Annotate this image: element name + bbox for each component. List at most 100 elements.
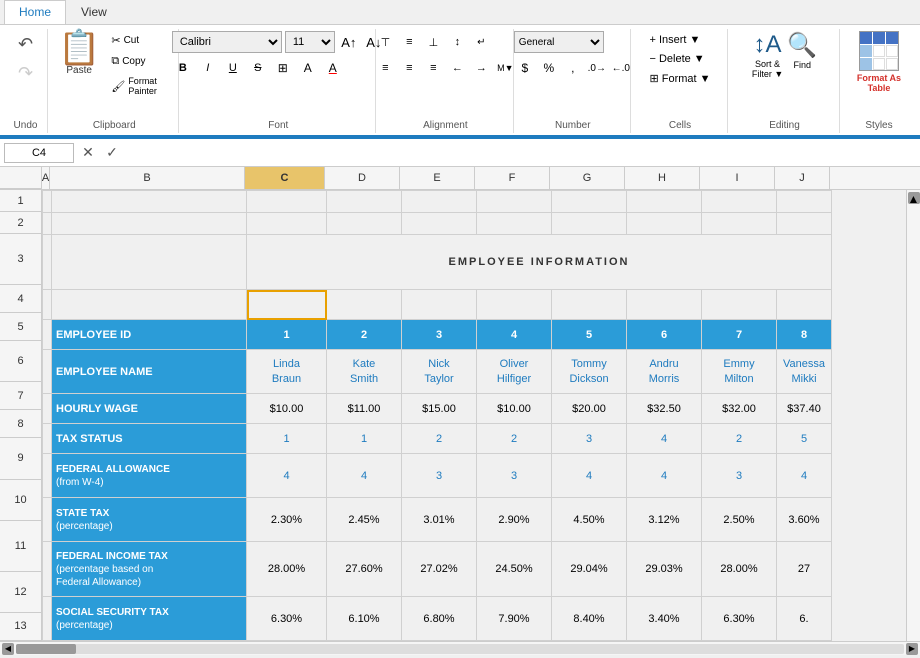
formula-input[interactable] bbox=[126, 146, 916, 160]
row-header-1[interactable]: 1 bbox=[0, 190, 42, 212]
border-btn[interactable]: ⊞ bbox=[272, 57, 294, 79]
employee-id-label[interactable]: EMPLOYEE ID bbox=[52, 320, 247, 350]
tax-status-label[interactable]: TAX STATUS bbox=[52, 424, 247, 454]
font-name-select[interactable]: Calibri bbox=[172, 31, 282, 53]
font-group-label: Font bbox=[268, 118, 288, 131]
col-header-I[interactable]: I bbox=[700, 167, 775, 189]
increase-indent-btn[interactable]: → bbox=[470, 57, 492, 79]
employee-name-label[interactable]: EMPLOYEE NAME bbox=[52, 350, 247, 394]
row-header-11[interactable]: 11 bbox=[0, 521, 42, 572]
increase-font-btn[interactable]: A↑ bbox=[338, 31, 360, 53]
vertical-scrollbar[interactable]: ▲ bbox=[906, 190, 920, 641]
col-header-H[interactable]: H bbox=[625, 167, 700, 189]
col-header-G[interactable]: G bbox=[550, 167, 625, 189]
row-header-8[interactable]: 8 bbox=[0, 410, 42, 438]
name-box[interactable] bbox=[4, 143, 74, 163]
undo-button[interactable]: ↶ bbox=[13, 31, 38, 58]
scroll-track[interactable] bbox=[16, 644, 904, 654]
federal-allowance-label[interactable]: FEDERAL ALLOWANCE(from W-4) bbox=[52, 454, 247, 498]
bold-btn[interactable]: B bbox=[172, 57, 194, 79]
table-row bbox=[43, 191, 832, 213]
copy-button[interactable]: ⧉ Copy bbox=[106, 52, 170, 71]
row-header-12[interactable]: 12 bbox=[0, 572, 42, 613]
table-row: EMPLOYEE INFORMATION bbox=[43, 235, 832, 290]
insert-btn[interactable]: + Insert ▼ bbox=[644, 31, 715, 49]
scroll-thumb[interactable] bbox=[16, 644, 76, 654]
row-header-3[interactable]: 3 bbox=[0, 234, 42, 285]
font-color-btn[interactable]: A bbox=[322, 57, 344, 79]
col-header-B[interactable]: B bbox=[50, 167, 245, 189]
social-security-tax-label[interactable]: SOCIAL SECURITY TAX(percentage) bbox=[52, 597, 247, 641]
wrap-text-btn[interactable]: ↵ bbox=[470, 31, 492, 53]
align-left-btn[interactable]: ≡ bbox=[374, 57, 396, 79]
text-direction-btn[interactable]: ↕ bbox=[446, 31, 468, 53]
sort-filter-button[interactable]: ↕A Sort &Filter ▼ bbox=[752, 31, 783, 79]
fill-color-btn[interactable]: A bbox=[297, 57, 319, 79]
row-header-2[interactable]: 2 bbox=[0, 212, 42, 234]
confirm-formula-btn[interactable]: ✓ bbox=[102, 143, 122, 163]
scroll-right-btn[interactable]: ▶ bbox=[906, 643, 918, 655]
row-headers: 1 2 3 4 5 6 7 8 9 10 11 12 13 bbox=[0, 190, 42, 641]
undo-group-label: Undo bbox=[14, 118, 38, 131]
spreadsheet-title[interactable]: EMPLOYEE INFORMATION bbox=[247, 235, 832, 290]
row-header-4[interactable]: 4 bbox=[0, 285, 42, 313]
row-header-9[interactable]: 9 bbox=[0, 438, 42, 479]
paste-button[interactable]: 📋 Paste bbox=[58, 31, 100, 76]
scroll-left-btn[interactable]: ◀ bbox=[2, 643, 14, 655]
row-header-10[interactable]: 10 bbox=[0, 480, 42, 521]
medicare-tax-label[interactable]: MEDICARE TAX bbox=[52, 641, 247, 642]
scroll-up-btn[interactable]: ▲ bbox=[908, 192, 920, 204]
hourly-wage-label[interactable]: HOURLY WAGE bbox=[52, 394, 247, 424]
font-size-select[interactable]: 11 bbox=[285, 31, 335, 53]
emmy-milton-cell[interactable]: EmmyMilton bbox=[702, 350, 777, 394]
align-right-btn[interactable]: ≡ bbox=[422, 57, 444, 79]
col-header-C[interactable]: C bbox=[245, 167, 325, 189]
format-painter-button[interactable]: 🖌 Format Painter bbox=[106, 73, 170, 99]
selected-cell-C4[interactable] bbox=[247, 290, 327, 320]
format-btn[interactable]: ⊞ Format ▼ bbox=[644, 69, 715, 88]
percent-btn[interactable]: $ bbox=[514, 57, 536, 79]
row-header-5[interactable]: 5 bbox=[0, 313, 42, 341]
format-as-table-button[interactable]: Format As Table bbox=[850, 31, 908, 93]
align-top-btn[interactable]: ⊤ bbox=[374, 31, 396, 53]
spreadsheet-body: 1 2 3 4 5 6 7 8 9 10 11 12 13 bbox=[0, 190, 920, 641]
align-bottom-btn[interactable]: ⊥ bbox=[422, 31, 444, 53]
strikethrough-btn[interactable]: S bbox=[247, 57, 269, 79]
col-header-J[interactable]: J bbox=[775, 167, 830, 189]
formula-bar: ✕ ✓ bbox=[0, 139, 920, 167]
row-header-7[interactable]: 7 bbox=[0, 382, 42, 410]
row-header-6[interactable]: 6 bbox=[0, 341, 42, 382]
format-as-table-label: Format As Table bbox=[850, 73, 908, 93]
col-header-E[interactable]: E bbox=[400, 167, 475, 189]
delete-btn[interactable]: − Delete ▼ bbox=[644, 50, 715, 68]
state-tax-label[interactable]: STATE TAX(percentage) bbox=[52, 498, 247, 542]
alignment-group-label: Alignment bbox=[423, 118, 467, 131]
number-format-select[interactable]: General bbox=[514, 31, 604, 53]
align-middle-btn[interactable]: ≡ bbox=[398, 31, 420, 53]
federal-income-tax-label[interactable]: FEDERAL INCOME TAX(percentage based onFe… bbox=[52, 542, 247, 597]
comma-style-btn[interactable]: , bbox=[562, 57, 584, 79]
col-header-D[interactable]: D bbox=[325, 167, 400, 189]
grid-area: EMPLOYEE INFORMATION bbox=[42, 190, 906, 641]
nick-taylor-cell[interactable]: NickTaylor bbox=[402, 350, 477, 394]
find-button[interactable]: 🔍 Find bbox=[787, 31, 817, 70]
horizontal-scrollbar[interactable]: ◀ ▶ bbox=[0, 641, 920, 655]
col-header-A[interactable]: A bbox=[42, 167, 50, 189]
tab-home[interactable]: Home bbox=[4, 0, 66, 24]
row-header-13[interactable]: 13 bbox=[0, 613, 42, 641]
underline-btn[interactable]: U bbox=[222, 57, 244, 79]
percent-style-btn[interactable]: % bbox=[538, 57, 560, 79]
redo-button[interactable]: ↷ bbox=[13, 60, 38, 87]
increase-decimal-btn[interactable]: .0→ bbox=[586, 57, 608, 79]
corner-cell bbox=[0, 167, 42, 189]
cut-button[interactable]: ✂ Cut bbox=[106, 31, 170, 50]
decrease-decimal-btn[interactable]: ←.0 bbox=[610, 57, 632, 79]
tab-view[interactable]: View bbox=[66, 0, 122, 24]
col-header-F[interactable]: F bbox=[475, 167, 550, 189]
cells-group-label: Cells bbox=[669, 118, 691, 131]
italic-btn[interactable]: I bbox=[197, 57, 219, 79]
table-row: MEDICARE TAX 1.45% 1.50% 1.50% 1.33% 1.4… bbox=[43, 641, 832, 642]
cancel-formula-btn[interactable]: ✕ bbox=[78, 143, 98, 163]
decrease-indent-btn[interactable]: ← bbox=[446, 57, 468, 79]
align-center-btn[interactable]: ≡ bbox=[398, 57, 420, 79]
